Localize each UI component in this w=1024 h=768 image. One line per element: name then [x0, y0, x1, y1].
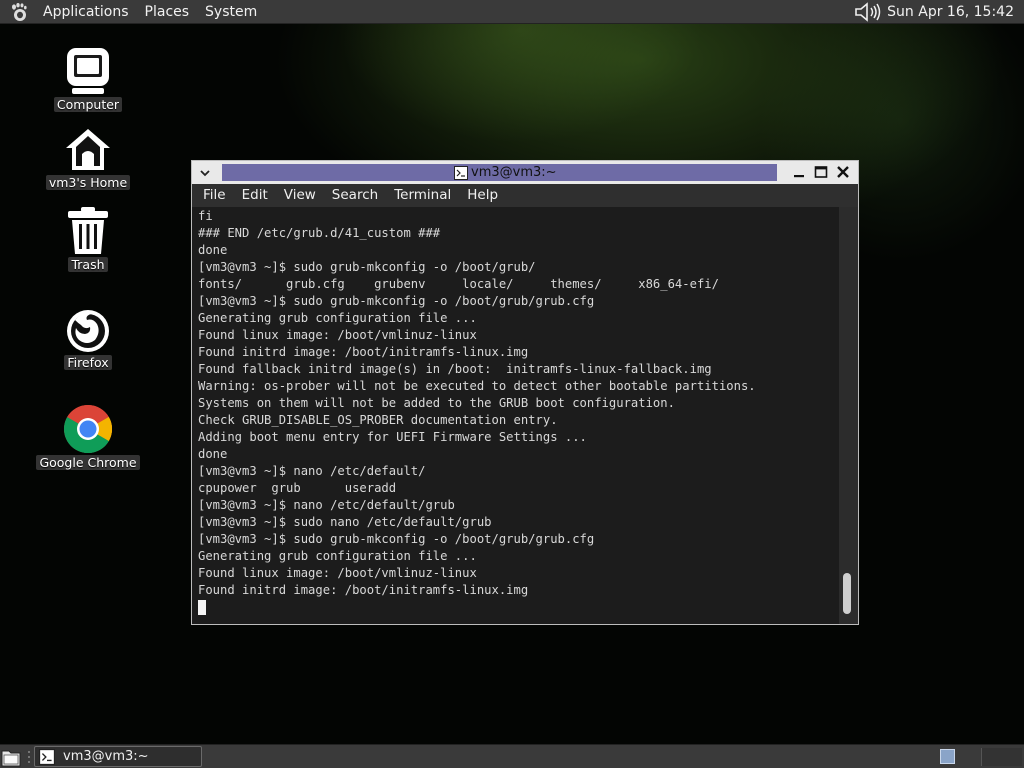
maximize-icon[interactable]: [814, 165, 828, 179]
desktop-icon-label: Trash: [68, 257, 108, 272]
terminal-icon: [454, 165, 468, 180]
menu-terminal[interactable]: Terminal: [386, 184, 459, 207]
desktop-icon-label: Firefox: [64, 355, 112, 370]
chrome-icon: [63, 404, 113, 454]
desktop-icon-chrome[interactable]: Google Chrome: [33, 404, 143, 470]
desktop-icon-trash[interactable]: Trash: [33, 206, 143, 272]
computer-icon: [67, 48, 109, 94]
bottom-panel: vm3@vm3:~: [0, 744, 1024, 768]
terminal-window[interactable]: vm3@vm3:~ File Edit View Search Terminal…: [191, 160, 859, 625]
terminal-icon: [39, 748, 55, 765]
menu-view[interactable]: View: [276, 184, 324, 207]
minimize-icon[interactable]: [792, 165, 806, 179]
window-menu-chevron-icon[interactable]: [197, 165, 213, 181]
window-titlebar[interactable]: vm3@vm3:~: [192, 161, 858, 184]
places-menu[interactable]: Places: [137, 0, 198, 24]
home-folder-icon: [66, 129, 110, 170]
panel-handle-icon: [28, 751, 30, 763]
window-title: vm3@vm3:~: [454, 162, 557, 183]
trash-icon: [68, 207, 108, 254]
volume-icon[interactable]: [853, 1, 883, 22]
desktop-icon-computer[interactable]: Computer: [33, 46, 143, 112]
terminal-cursor: [198, 600, 206, 615]
firefox-icon: [67, 310, 109, 352]
menu-file[interactable]: File: [192, 184, 234, 207]
taskbar-item-label: vm3@vm3:~: [63, 749, 149, 764]
terminal-scrollbar[interactable]: [839, 207, 858, 624]
menu-search[interactable]: Search: [324, 184, 386, 207]
window-title-text: vm3@vm3:~: [471, 165, 557, 180]
workspace-1[interactable]: [940, 749, 955, 764]
desktop-icon-home[interactable]: vm3's Home: [33, 126, 143, 190]
desktop-icon-label: vm3's Home: [45, 175, 131, 190]
desktop-icon-label: Google Chrome: [36, 455, 140, 470]
desktop-icon-label: Computer: [53, 97, 123, 112]
terminal-menubar: File Edit View Search Terminal Help: [192, 184, 858, 207]
top-panel: Applications Places System Sun Apr 16, 1…: [0, 0, 1024, 24]
show-desktop-icon[interactable]: [0, 746, 24, 768]
taskbar-item-terminal[interactable]: vm3@vm3:~: [34, 746, 202, 767]
workspace-2[interactable]: [981, 748, 1022, 766]
gnome-foot-icon[interactable]: [9, 2, 29, 22]
menu-edit[interactable]: Edit: [234, 184, 276, 207]
close-icon[interactable]: [836, 165, 850, 179]
clock[interactable]: Sun Apr 16, 15:42: [887, 4, 1024, 20]
system-menu[interactable]: System: [197, 0, 265, 24]
desktop-icon-firefox[interactable]: Firefox: [33, 306, 143, 370]
applications-menu[interactable]: Applications: [35, 0, 137, 24]
scrollbar-thumb[interactable]: [843, 573, 851, 614]
terminal-output[interactable]: fi ### END /etc/grub.d/41_custom ### don…: [192, 207, 839, 624]
menu-help[interactable]: Help: [459, 184, 506, 207]
terminal-text: fi ### END /etc/grub.d/41_custom ### don…: [198, 209, 756, 597]
